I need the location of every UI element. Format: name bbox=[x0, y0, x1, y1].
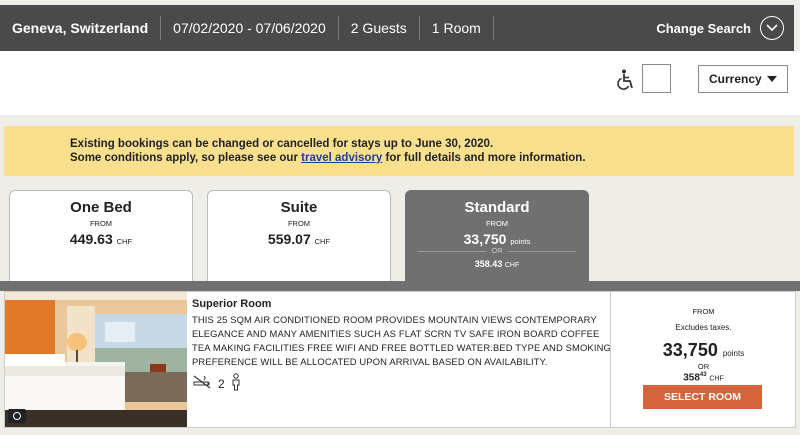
tab-price: 449.63 CHF bbox=[10, 231, 192, 247]
tab-content-band bbox=[0, 281, 800, 291]
travel-advisory-link[interactable]: travel advisory bbox=[301, 152, 382, 164]
room-cash-price: 35843 CHF bbox=[611, 372, 796, 383]
tab-name: Standard bbox=[464, 199, 530, 216]
tab-alt-price-value: 358.43 bbox=[474, 259, 503, 269]
tab-price-value: 449.63 bbox=[69, 231, 113, 247]
tab-price-value: 33,750 bbox=[463, 231, 507, 247]
notice-line-2-text: Some conditions apply, so please see our bbox=[70, 152, 302, 164]
tab-price-value: 559.07 bbox=[267, 231, 311, 247]
occupancy-count: 2 bbox=[218, 376, 225, 391]
tab-price-unit: CHF bbox=[116, 237, 133, 246]
notice-line-2: Some conditions apply, so please see our… bbox=[70, 151, 794, 165]
price-from-label: FROM bbox=[692, 307, 715, 316]
person-icon bbox=[231, 373, 241, 394]
toolbar bbox=[0, 51, 800, 115]
currency-dropdown[interactable]: Currency bbox=[698, 65, 788, 93]
search-guests: 2 Guests bbox=[339, 16, 420, 40]
search-location: Geneva, Switzerland bbox=[0, 16, 162, 40]
accessibility-checkbox[interactable] bbox=[642, 64, 671, 93]
change-search-label: Change Search bbox=[656, 20, 751, 36]
tab-price-unit: CHF bbox=[314, 237, 331, 246]
or-label: OR bbox=[486, 246, 508, 255]
caret-down-icon bbox=[767, 76, 777, 82]
room-points-value: 33,750 bbox=[662, 340, 718, 360]
room-points-unit: points bbox=[722, 349, 745, 358]
notice-line-2-suffix: for full details and more information. bbox=[382, 152, 586, 164]
notice-line-1: Existing bookings can be changed or canc… bbox=[70, 137, 794, 151]
notice-line-1-text: Existing bookings can be changed or canc… bbox=[70, 138, 416, 150]
or-divider: OR bbox=[418, 246, 576, 257]
tab-one-bed[interactable]: One Bed FROM 449.63 CHF bbox=[9, 190, 193, 282]
tab-name: One Bed bbox=[70, 199, 132, 216]
room-card: Superior Room THIS 25 SQM AIR CONDITIONE… bbox=[4, 291, 796, 428]
room-cash-unit: CHF bbox=[709, 375, 724, 383]
change-search-button[interactable]: Change Search bbox=[656, 16, 784, 40]
search-summary-bar: Geneva, Switzerland 07/02/2020 - 07/06/2… bbox=[0, 5, 794, 51]
tab-standard[interactable]: Standard FROM 33,750 points OR 358.43 CH… bbox=[405, 190, 589, 282]
tab-from-label: FROM bbox=[287, 219, 311, 228]
tab-price-unit: points bbox=[510, 237, 531, 246]
tab-from-label: FROM bbox=[485, 219, 509, 228]
tax-note: Excludes taxes. bbox=[675, 323, 732, 332]
room-price-box: FROM Excludes taxes. 33,750 points OR 35… bbox=[610, 292, 796, 427]
notice-date: June 30, 2020. bbox=[415, 138, 494, 150]
tab-name: Suite bbox=[280, 199, 318, 216]
room-cash-int: 358 bbox=[683, 372, 700, 384]
tab-alt-price-unit: CHF bbox=[504, 262, 520, 269]
wheelchair-icon bbox=[616, 69, 636, 96]
select-room-button[interactable]: SELECT ROOM bbox=[643, 385, 762, 409]
room-cash-dec: 43 bbox=[699, 372, 707, 378]
tab-alt-price: 358.43 CHF bbox=[406, 259, 588, 269]
tab-price: 33,750 points bbox=[406, 231, 588, 247]
currency-label: Currency bbox=[709, 72, 762, 86]
tab-suite[interactable]: Suite FROM 559.07 CHF bbox=[207, 190, 391, 282]
or-label: OR bbox=[697, 362, 710, 371]
room-points-price: 33,750 points bbox=[611, 340, 796, 361]
no-smoking-icon bbox=[192, 374, 212, 393]
room-photo[interactable] bbox=[5, 292, 187, 427]
camera-icon[interactable] bbox=[8, 409, 26, 423]
chevron-down-icon bbox=[760, 16, 784, 40]
room-description: THIS 25 SQM AIR CONDITIONED ROOM PROVIDE… bbox=[192, 314, 611, 367]
booking-notice: Existing bookings can be changed or canc… bbox=[4, 126, 794, 176]
tab-from-label: FROM bbox=[89, 219, 113, 228]
search-dates: 07/02/2020 - 07/06/2020 bbox=[161, 16, 339, 40]
tab-price: 559.07 CHF bbox=[208, 231, 390, 247]
room-amenities: 2 bbox=[192, 373, 241, 394]
search-rooms: 1 Room bbox=[420, 16, 494, 40]
room-title: Superior Room bbox=[192, 298, 272, 310]
